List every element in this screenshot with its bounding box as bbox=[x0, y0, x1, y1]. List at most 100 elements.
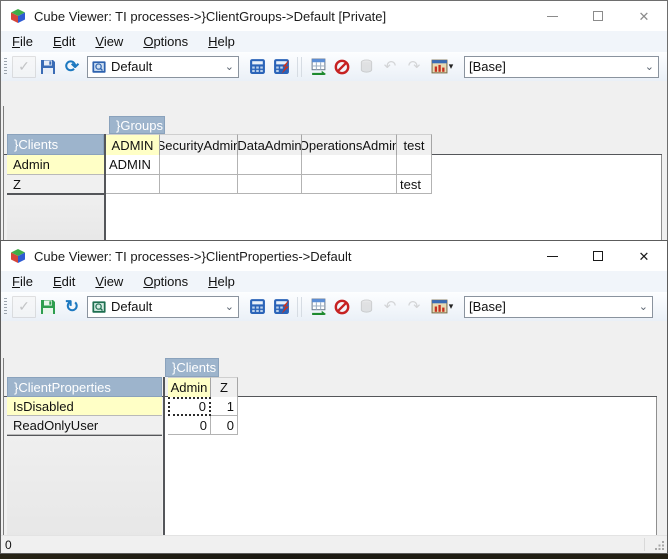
col-header[interactable]: Admin bbox=[168, 377, 211, 397]
suppress-zeroes-icon[interactable] bbox=[330, 296, 354, 318]
data-area bbox=[165, 397, 657, 537]
chart-export-icon[interactable]: ▾ bbox=[426, 56, 458, 78]
row-header-filler bbox=[7, 194, 104, 245]
view-selector-combo[interactable]: Default ⌄ bbox=[87, 56, 239, 78]
chevron-down-icon: ⌄ bbox=[641, 60, 654, 73]
suppress-zeroes-icon[interactable] bbox=[330, 56, 354, 78]
menu-options[interactable]: Options bbox=[133, 32, 198, 51]
automatic-recalc-icon[interactable] bbox=[245, 56, 269, 78]
data-cell[interactable] bbox=[238, 155, 302, 175]
window-title: Cube Viewer: TI processes->}ClientProper… bbox=[34, 249, 351, 264]
menu-file[interactable]: File bbox=[2, 272, 43, 291]
resize-grip-icon[interactable] bbox=[655, 541, 665, 551]
data-cell[interactable]: 0 bbox=[211, 416, 238, 435]
row-dimension-tab[interactable]: }Clients bbox=[7, 134, 104, 155]
menu-options[interactable]: Options bbox=[133, 272, 198, 291]
save-icon[interactable] bbox=[36, 296, 60, 318]
chevron-down-icon: ⌄ bbox=[221, 60, 234, 73]
slice-to-grid-icon[interactable] bbox=[306, 56, 330, 78]
save-icon[interactable] bbox=[36, 56, 60, 78]
col-header[interactable]: test bbox=[397, 134, 432, 155]
undo-icon[interactable]: ↶ bbox=[378, 56, 402, 78]
close-button[interactable]: ✕ bbox=[621, 241, 667, 271]
minimize-button[interactable] bbox=[529, 1, 575, 31]
base-subset-combo[interactable]: [Base] ⌄ bbox=[464, 56, 659, 78]
base-subset-combo[interactable]: [Base] ⌄ bbox=[464, 296, 653, 318]
data-cell-selected[interactable]: 0 bbox=[168, 397, 211, 416]
row-header[interactable]: ReadOnlyUser bbox=[7, 416, 162, 435]
menu-edit[interactable]: Edit bbox=[43, 32, 85, 51]
col-header[interactable]: OperationsAdmin bbox=[302, 134, 397, 155]
menu-view[interactable]: View bbox=[85, 272, 133, 291]
titlebar[interactable]: Cube Viewer: TI processes->}ClientProper… bbox=[1, 241, 667, 271]
maximize-button[interactable] bbox=[575, 1, 621, 31]
commit-check-icon[interactable]: ✓ bbox=[12, 56, 36, 78]
menu-help[interactable]: Help bbox=[198, 32, 245, 51]
col-header[interactable]: Z bbox=[211, 377, 238, 397]
cube-app-icon bbox=[10, 248, 26, 264]
menu-bar: File Edit View Options Help bbox=[1, 31, 667, 52]
desktop: Cube Viewer: TI processes->}ClientGroups… bbox=[0, 0, 668, 559]
cube-view-icon bbox=[92, 60, 106, 74]
row-header[interactable]: IsDisabled bbox=[7, 397, 162, 416]
data-cell[interactable] bbox=[160, 155, 238, 175]
status-separator bbox=[644, 538, 645, 551]
data-cell[interactable] bbox=[238, 175, 302, 194]
minimize-button[interactable] bbox=[529, 241, 575, 271]
data-cell[interactable]: ADMIN bbox=[106, 155, 160, 175]
chart-export-icon[interactable]: ▾ bbox=[426, 296, 458, 318]
data-cell[interactable]: 0 bbox=[168, 416, 211, 435]
database-icon[interactable] bbox=[354, 56, 378, 78]
col-header[interactable]: ADMIN bbox=[106, 134, 160, 155]
toolbar-grip-icon[interactable] bbox=[4, 298, 7, 316]
maximize-button[interactable] bbox=[575, 241, 621, 271]
recalculate-icon[interactable]: ↻ bbox=[60, 296, 84, 318]
data-cell[interactable] bbox=[302, 175, 397, 194]
data-cell[interactable]: test bbox=[397, 175, 432, 194]
cube-grid: }Clients }ClientProperties Admin Z IsDis… bbox=[3, 358, 656, 538]
data-cell[interactable] bbox=[397, 155, 432, 175]
client-area: }Clients }ClientProperties Admin Z IsDis… bbox=[1, 321, 667, 553]
menu-file[interactable]: File bbox=[2, 32, 43, 51]
menu-help[interactable]: Help bbox=[198, 272, 245, 291]
database-icon[interactable] bbox=[354, 296, 378, 318]
recalc-bolt-icon[interactable] bbox=[269, 56, 293, 78]
view-selector-combo[interactable]: Default ⌄ bbox=[87, 296, 239, 318]
toolbar-grip-icon[interactable] bbox=[4, 58, 7, 76]
menu-bar: File Edit View Options Help bbox=[1, 271, 667, 292]
close-button[interactable]: ✕ bbox=[621, 1, 667, 31]
data-cell[interactable]: 1 bbox=[211, 397, 238, 416]
data-cell[interactable] bbox=[302, 155, 397, 175]
view-selector-value: Default bbox=[111, 59, 152, 74]
column-dimension-tab[interactable]: }Groups bbox=[109, 116, 165, 134]
recalculate-icon[interactable]: ⟳ bbox=[60, 56, 84, 78]
redo-icon[interactable]: ↷ bbox=[402, 296, 426, 318]
automatic-recalc-icon[interactable] bbox=[245, 296, 269, 318]
column-dimension-tab[interactable]: }Clients bbox=[165, 358, 219, 377]
cube-grid: }Groups }Clients ADMIN SecurityAdmin Dat… bbox=[3, 106, 661, 245]
menu-edit[interactable]: Edit bbox=[43, 272, 85, 291]
redo-icon[interactable]: ↷ bbox=[402, 56, 426, 78]
undo-icon[interactable]: ↶ bbox=[378, 296, 402, 318]
window-title: Cube Viewer: TI processes->}ClientGroups… bbox=[34, 9, 386, 24]
window-client-properties: Cube Viewer: TI processes->}ClientProper… bbox=[0, 240, 668, 554]
chart-dropdown-arrow-icon: ▾ bbox=[449, 61, 454, 72]
toolbar: ✓ ↻ Default ⌄ bbox=[1, 292, 667, 321]
row-dimension-tab[interactable]: }ClientProperties bbox=[7, 377, 162, 397]
chevron-down-icon: ⌄ bbox=[635, 300, 648, 313]
row-header[interactable]: Admin bbox=[7, 155, 104, 175]
col-header[interactable]: SecurityAdmin bbox=[160, 134, 238, 155]
menu-view[interactable]: View bbox=[85, 32, 133, 51]
toolbar-separator bbox=[295, 297, 304, 317]
data-cell[interactable] bbox=[160, 175, 238, 194]
client-area: }Groups }Clients ADMIN SecurityAdmin Dat… bbox=[1, 81, 667, 243]
data-cell[interactable] bbox=[106, 175, 160, 194]
slice-to-grid-icon[interactable] bbox=[306, 296, 330, 318]
titlebar[interactable]: Cube Viewer: TI processes->}ClientGroups… bbox=[1, 1, 667, 31]
commit-check-icon[interactable]: ✓ bbox=[12, 296, 36, 318]
chevron-down-icon: ⌄ bbox=[221, 300, 234, 313]
col-header[interactable]: DataAdmin bbox=[238, 134, 302, 155]
window-client-groups: Cube Viewer: TI processes->}ClientGroups… bbox=[0, 0, 668, 244]
recalc-bolt-icon[interactable] bbox=[269, 296, 293, 318]
row-header[interactable]: Z bbox=[7, 175, 104, 194]
